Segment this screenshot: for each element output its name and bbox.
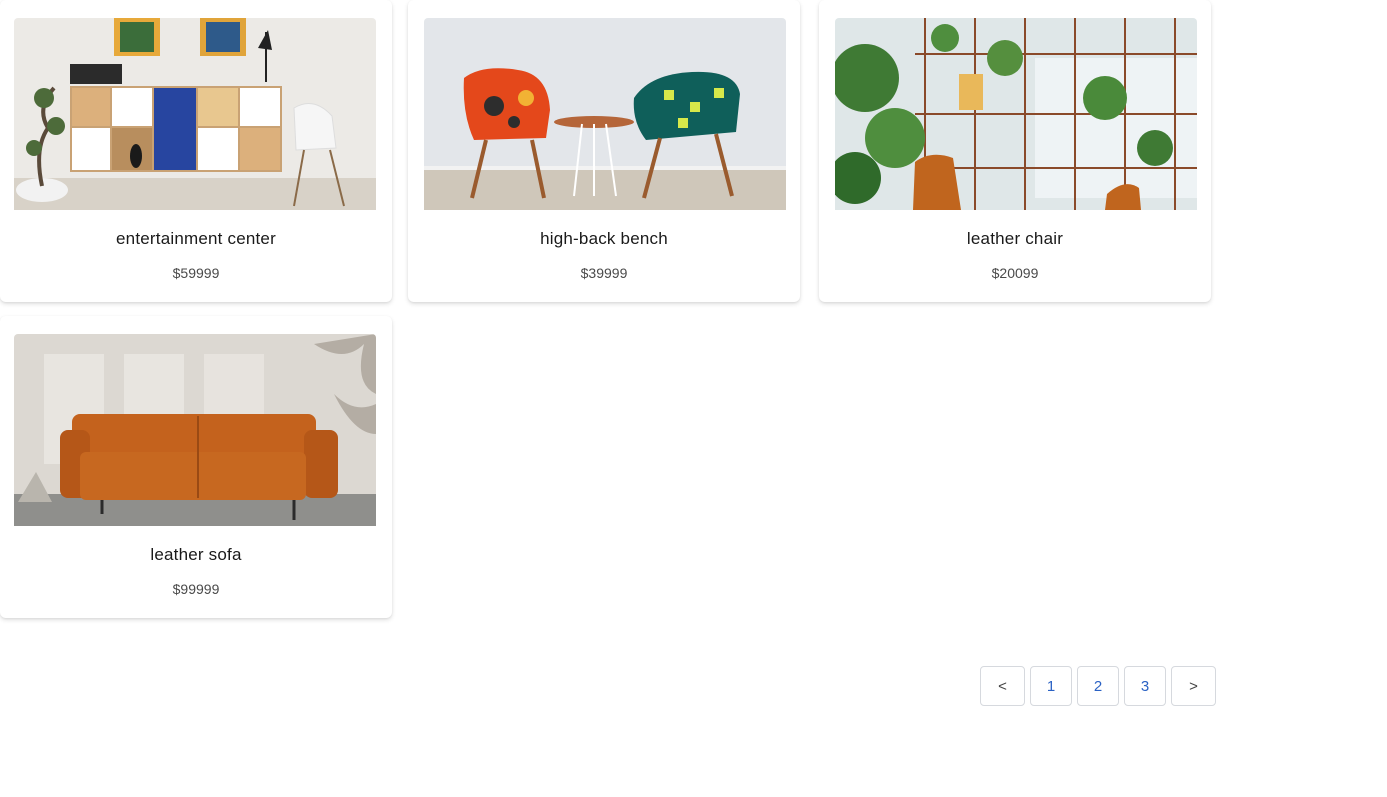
product-image[interactable]: [835, 18, 1197, 210]
product-image[interactable]: [14, 18, 376, 210]
chairs-photo: [424, 18, 786, 210]
pagination: < 1 2 3 >: [980, 666, 1216, 706]
product-price: $99999: [172, 581, 220, 597]
product-image[interactable]: [14, 334, 376, 526]
sofa-photo: [14, 334, 376, 526]
product-card[interactable]: leather chair $20099: [819, 0, 1211, 302]
product-card[interactable]: high-back bench $39999: [408, 0, 800, 302]
page-1-button[interactable]: 1: [1030, 666, 1072, 706]
product-name[interactable]: leather sofa: [0, 545, 392, 565]
product-name[interactable]: entertainment center: [0, 229, 392, 249]
product-price: $20099: [991, 265, 1039, 281]
prev-page-button[interactable]: <: [980, 666, 1025, 706]
product-card[interactable]: entertainment center $59999: [0, 0, 392, 302]
page-3-button[interactable]: 3: [1124, 666, 1166, 706]
product-name[interactable]: leather chair: [819, 229, 1211, 249]
product-card[interactable]: leather sofa $99999: [0, 316, 392, 618]
shelving-unit-photo: [14, 18, 376, 210]
page-2-button[interactable]: 2: [1077, 666, 1119, 706]
product-name[interactable]: high-back bench: [408, 229, 800, 249]
product-image[interactable]: [424, 18, 786, 210]
plant-shelf-photo: [835, 18, 1197, 210]
product-price: $59999: [172, 265, 220, 281]
next-page-button[interactable]: >: [1171, 666, 1216, 706]
product-price: $39999: [580, 265, 628, 281]
